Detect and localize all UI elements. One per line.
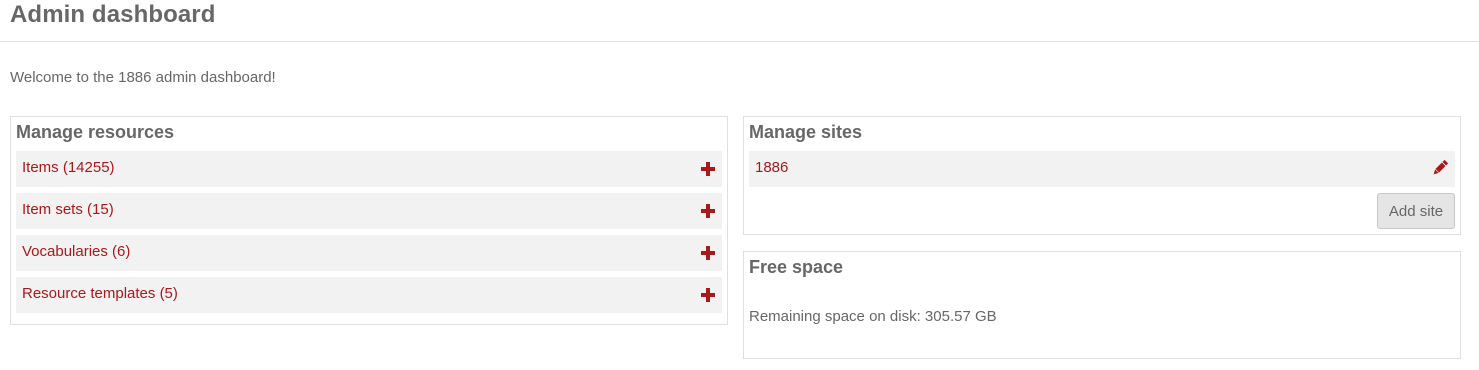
site-link[interactable]: 1886	[755, 159, 788, 176]
welcome-message: Welcome to the 1886 admin dashboard!	[10, 69, 276, 86]
resource-row-resource-templates: Resource templates (5)	[16, 277, 722, 313]
free-space-title: Free space	[749, 257, 844, 277]
resource-templates-link[interactable]: Resource templates (5)	[22, 285, 178, 302]
edit-pencil-icon[interactable]	[1431, 159, 1449, 177]
vocabularies-link[interactable]: Vocabularies (6)	[22, 243, 130, 260]
resource-row-items: Items (14255)	[16, 151, 722, 187]
add-item-set-plus-icon[interactable]	[700, 203, 716, 219]
add-site-button[interactable]: Add site	[1377, 193, 1455, 229]
resource-row-vocabularies: Vocabularies (6)	[16, 235, 722, 271]
manage-sites-title: Manage sites	[749, 122, 863, 142]
free-space-panel: Free space Remaining space on disk: 305.…	[743, 251, 1461, 359]
manage-resources-panel: Manage resources Items (14255) Item sets…	[10, 116, 728, 325]
page-header: Admin dashboard	[0, 0, 1479, 42]
site-row: 1886	[749, 151, 1455, 187]
manage-sites-panel: Manage sites 1886 Add site	[743, 116, 1461, 235]
add-item-plus-icon[interactable]	[700, 161, 716, 177]
manage-resources-title: Manage resources	[16, 122, 175, 142]
resource-row-item-sets: Item sets (15)	[16, 193, 722, 229]
add-vocabulary-plus-icon[interactable]	[700, 245, 716, 261]
items-link[interactable]: Items (14255)	[22, 159, 115, 176]
admin-dashboard-page: Admin dashboard Welcome to the 1886 admi…	[0, 0, 1479, 370]
item-sets-link[interactable]: Item sets (15)	[22, 201, 114, 218]
page-title: Admin dashboard	[10, 1, 216, 28]
remaining-space-text: Remaining space on disk: 305.57 GB	[749, 308, 997, 325]
add-resource-template-plus-icon[interactable]	[700, 287, 716, 303]
